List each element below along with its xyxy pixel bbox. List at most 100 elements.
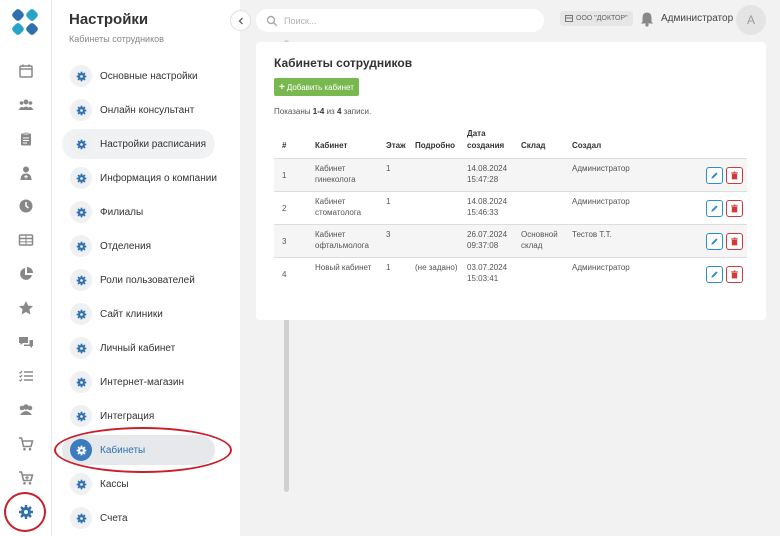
annotation-ellipse: [54, 427, 232, 473]
organization-name: ООО "ДОКТОР": [576, 15, 628, 22]
summary-total: 4: [336, 107, 342, 116]
cell-num: 2: [274, 191, 312, 225]
cell-name: Кабинет гинеколога: [312, 158, 383, 192]
menu-item[interactable]: Филиалы: [62, 197, 215, 227]
menu-item[interactable]: Отделения: [62, 231, 215, 261]
summary-suffix: записи.: [343, 107, 372, 116]
menu-item[interactable]: Личный кабинет: [62, 333, 215, 363]
summary-prefix: Показаны: [274, 107, 311, 116]
star-icon[interactable]: [16, 298, 36, 318]
menu-item[interactable]: Онлайн консультант: [62, 95, 215, 125]
doctor-icon[interactable]: [16, 163, 36, 183]
clipboard-icon[interactable]: [16, 129, 36, 149]
cell-author: Администратор: [569, 158, 687, 192]
chat-icon[interactable]: [16, 332, 36, 352]
collapse-menu-button[interactable]: [230, 10, 251, 31]
pencil-icon: [711, 172, 718, 179]
column-header-created[interactable]: Дата создания: [464, 128, 518, 159]
bell-icon[interactable]: [640, 11, 654, 27]
pencil-icon: [711, 205, 718, 212]
gear-icon: [70, 405, 92, 427]
gear-icon: [70, 337, 92, 359]
table-icon[interactable]: [16, 230, 36, 250]
cell-details: [412, 191, 464, 225]
cell-details: (не задано): [412, 257, 464, 291]
menu-item[interactable]: Кассы: [62, 469, 215, 499]
menu-item-label: Личный кабинет: [100, 342, 176, 354]
cell-floor: 3: [383, 224, 412, 258]
search-input[interactable]: [284, 15, 524, 26]
column-header-floor[interactable]: Этаж: [383, 128, 412, 159]
table-header-row: # Кабинет Этаж Подробно Дата создания Ск…: [274, 128, 747, 159]
summary-range: 1-4: [312, 107, 325, 116]
pencil-icon: [711, 271, 718, 278]
gear-icon: [70, 235, 92, 257]
plus-icon: +: [279, 81, 285, 93]
pie-chart-icon[interactable]: [16, 264, 36, 284]
search-icon: [266, 15, 278, 26]
cell-author: Администратор: [569, 191, 687, 225]
groups-icon[interactable]: [16, 400, 36, 420]
cell-name: Кабинет офтальмолога: [312, 224, 383, 258]
organization-badge[interactable]: ООО "ДОКТОР": [560, 11, 633, 26]
search-bar[interactable]: [256, 9, 544, 32]
avatar[interactable]: A: [736, 5, 766, 35]
gear-icon: [70, 99, 92, 121]
column-header-details[interactable]: Подробно: [412, 128, 464, 159]
delete-button[interactable]: [726, 233, 743, 250]
column-header-number[interactable]: #: [274, 128, 312, 159]
gear-icon: [70, 371, 92, 393]
cart-plus-icon[interactable]: [16, 468, 36, 488]
menu-item-label: Интеграция: [100, 410, 155, 422]
users-icon[interactable]: [16, 95, 36, 115]
cabinets-table: # Кабинет Этаж Подробно Дата создания Ск…: [274, 128, 747, 291]
menu-title: Настройки: [69, 11, 149, 28]
menu-item[interactable]: Основные настройки: [62, 61, 215, 91]
menu-item[interactable]: Информация о компании: [62, 163, 217, 193]
delete-button[interactable]: [726, 167, 743, 184]
edit-button[interactable]: [706, 167, 723, 184]
menu-item[interactable]: Роли пользователей: [62, 265, 215, 295]
cell-name: Новый кабинет: [312, 257, 383, 291]
row-actions: [687, 158, 747, 192]
row-actions: [687, 224, 747, 258]
column-header-author[interactable]: Создал: [569, 128, 687, 159]
cell-num: 3: [274, 224, 312, 258]
gear-icon: [70, 167, 92, 189]
trash-icon: [731, 270, 738, 279]
gear-icon: [70, 303, 92, 325]
cell-created: 14.08.2024 15:46:33: [464, 191, 518, 225]
menu-item[interactable]: Счета: [62, 503, 215, 533]
clock-icon[interactable]: [16, 196, 36, 216]
edit-button[interactable]: [706, 233, 723, 250]
delete-button[interactable]: [726, 200, 743, 217]
column-header-warehouse[interactable]: Склад: [518, 128, 569, 159]
cabinets-panel: Кабинеты сотрудников + Добавить кабинет …: [256, 42, 766, 320]
trash-icon: [731, 237, 738, 246]
menu-item[interactable]: Настройки расписания: [62, 129, 215, 159]
menu-item-label: Настройки расписания: [100, 138, 207, 150]
menu-item[interactable]: Сайт клиники: [62, 299, 215, 329]
user-name[interactable]: Администратор: [661, 13, 733, 24]
add-cabinet-label: Добавить кабинет: [286, 82, 354, 92]
calendar-icon[interactable]: [16, 61, 36, 81]
cell-num: 1: [274, 158, 312, 192]
gear-icon: [70, 507, 92, 529]
edit-button[interactable]: [706, 200, 723, 217]
edit-button[interactable]: [706, 266, 723, 284]
menu-item[interactable]: Интернет-магазин: [62, 367, 215, 397]
annotation-circle: [4, 492, 46, 532]
add-cabinet-button[interactable]: + Добавить кабинет: [274, 78, 359, 96]
delete-button[interactable]: [726, 266, 743, 284]
summary-of: из: [326, 107, 335, 116]
cell-created: 03.07.2024 15:03:41: [464, 257, 518, 291]
trash-icon: [731, 204, 738, 213]
cart-icon[interactable]: [16, 434, 36, 454]
cell-num: 4: [274, 257, 312, 291]
gear-icon: [70, 65, 92, 87]
table-row: 2 Кабинет стоматолога 1 14.08.2024 15:46:33…: [274, 191, 747, 225]
row-actions: [687, 257, 747, 291]
clinic-logo-icon[interactable]: [11, 8, 39, 36]
column-header-cabinet[interactable]: Кабинет: [312, 128, 383, 159]
list-icon[interactable]: [16, 366, 36, 386]
